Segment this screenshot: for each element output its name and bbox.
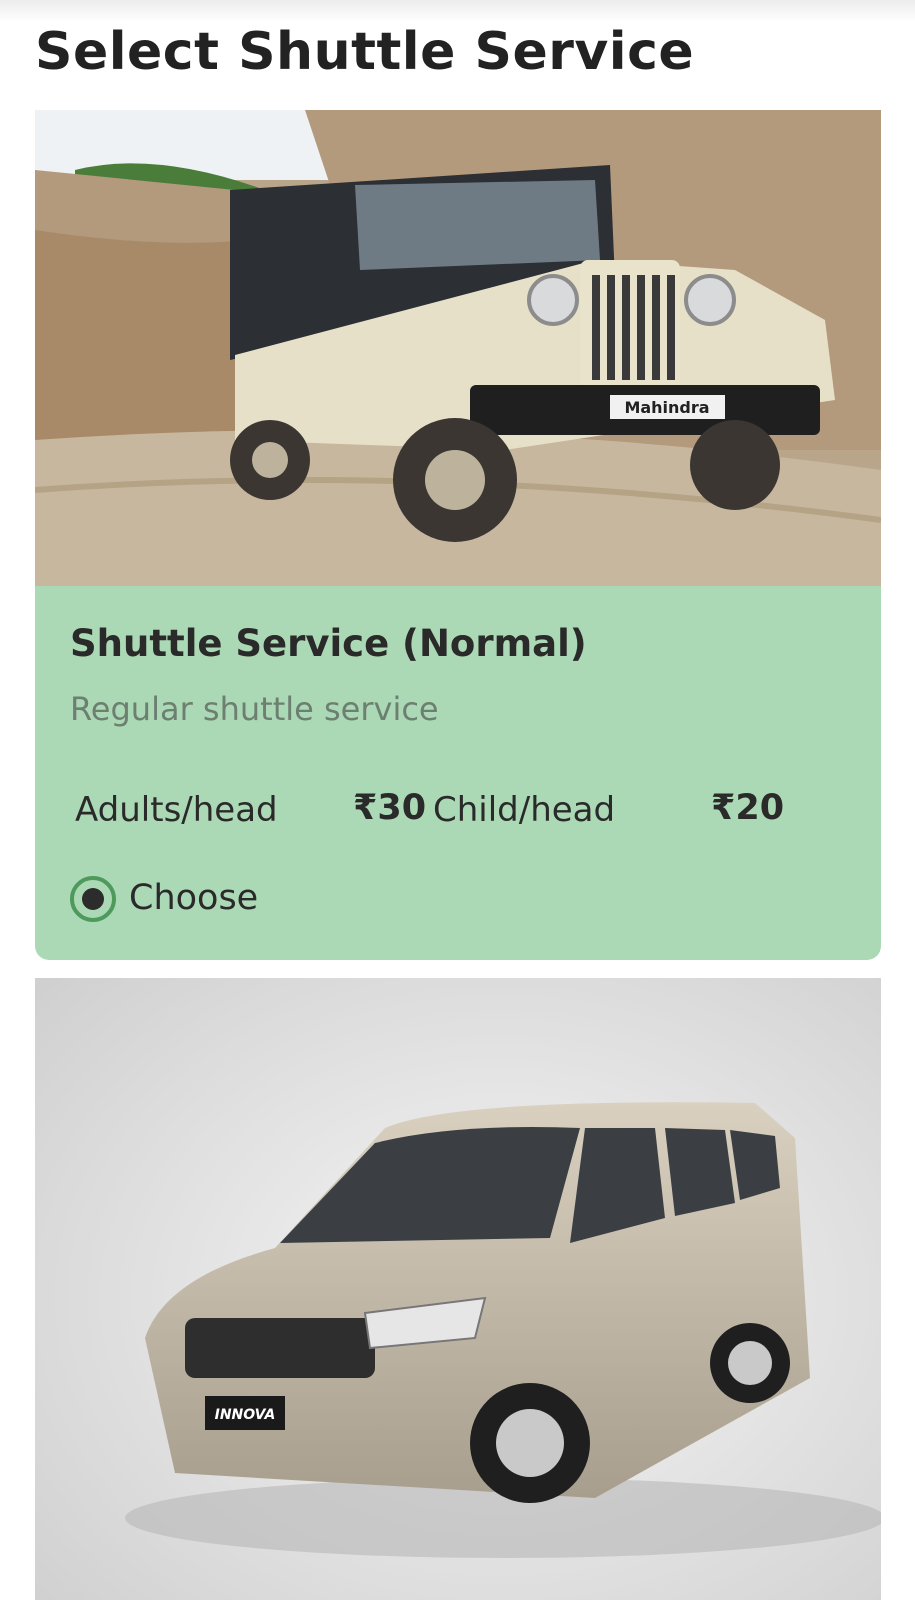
service-name: Shuttle Service (Normal): [70, 622, 587, 665]
service-description: Regular shuttle service: [70, 690, 439, 728]
jeep-photo: Mahindra: [35, 110, 881, 586]
page-title: Select Shuttle Service: [35, 22, 695, 82]
choose-radio[interactable]: [70, 876, 116, 922]
status-bar-shadow: [0, 0, 915, 22]
choose-label[interactable]: Choose: [129, 878, 258, 918]
minivan-photo: INNOVA: [35, 978, 881, 1600]
child-price: ₹20: [711, 788, 785, 828]
svg-text:INNOVA: INNOVA: [215, 1407, 276, 1423]
service-info-panel: Shuttle Service (Normal) Regular shuttle…: [35, 586, 881, 960]
svg-text:Mahindra: Mahindra: [624, 398, 709, 417]
service-card-normal[interactable]: Mahindra Shuttle Service (Normal) Regula…: [35, 110, 881, 960]
adult-price-label: Adults/head: [75, 790, 278, 830]
service-card-second[interactable]: INNOVA: [35, 978, 881, 1600]
adult-price: ₹30: [353, 788, 427, 828]
radio-selected-dot: [82, 888, 104, 910]
child-price-label: Child/head: [433, 790, 616, 830]
